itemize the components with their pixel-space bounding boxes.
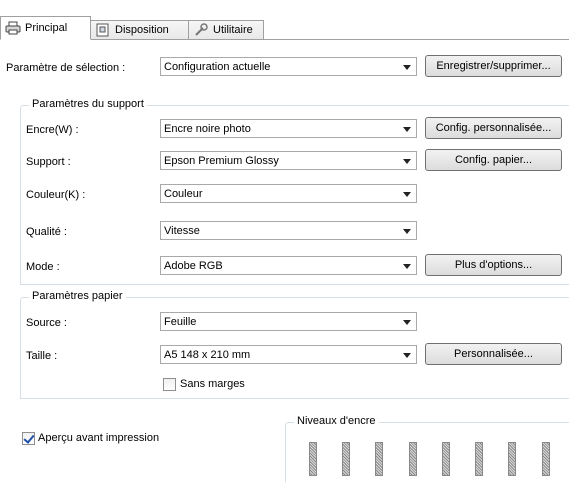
selection-select[interactable]: Configuration actuelle	[160, 57, 417, 76]
qualite-label: Qualité :	[26, 226, 67, 238]
niveaux-encre-title: Niveaux d'encre	[294, 415, 379, 427]
chevron-down-icon	[403, 127, 411, 132]
ink-cartridge-7	[508, 442, 516, 476]
couleur-label: Couleur(K) :	[26, 189, 86, 201]
tab-principal[interactable]: Principal	[0, 16, 91, 40]
tab-principal-label: Principal	[25, 22, 68, 34]
chevron-down-icon	[403, 159, 411, 164]
source-label: Source :	[26, 317, 67, 329]
enregistrer-supprimer-button[interactable]: Enregistrer/supprimer...	[425, 55, 562, 77]
encre-select[interactable]: Encre noire photo	[160, 119, 417, 138]
chevron-down-icon	[403, 264, 411, 269]
tab-disposition-label: Disposition	[115, 24, 169, 36]
source-select[interactable]: Feuille	[160, 312, 417, 331]
wrench-icon	[193, 23, 209, 37]
config-papier-button[interactable]: Config. papier...	[425, 149, 562, 171]
couleur-value: Couleur	[164, 187, 203, 200]
page-layout-icon	[95, 23, 111, 37]
ink-cartridge-6	[475, 442, 483, 476]
taille-label: Taille :	[26, 350, 58, 362]
mode-label: Mode :	[26, 261, 60, 273]
tab-utilitaire[interactable]: Utilitaire	[188, 20, 264, 39]
selection-label: Paramètre de sélection :	[6, 62, 126, 74]
qualite-select[interactable]: Vitesse	[160, 221, 417, 240]
chevron-down-icon	[403, 353, 411, 358]
apercu-checkbox[interactable]	[22, 432, 35, 445]
encre-label: Encre(W) :	[26, 124, 79, 136]
ink-cartridge-8	[542, 442, 550, 476]
mode-value: Adobe RGB	[164, 259, 223, 272]
tab-strip: Principal Disposition Utilitaire	[0, 0, 569, 40]
printer-icon	[5, 21, 21, 35]
tab-disposition[interactable]: Disposition	[90, 20, 189, 39]
source-value: Feuille	[164, 315, 197, 328]
ink-cartridge-2	[342, 442, 350, 476]
personnalisee-button[interactable]: Personnalisée...	[425, 343, 562, 365]
support-select[interactable]: Epson Premium Glossy	[160, 151, 417, 170]
couleur-select[interactable]: Couleur	[160, 184, 417, 203]
encre-value: Encre noire photo	[164, 122, 251, 135]
apercu-label: Aperçu avant impression	[38, 432, 160, 444]
taille-select[interactable]: A5 148 x 210 mm	[160, 345, 417, 364]
config-personnalisee-button[interactable]: Config. personnalisée...	[425, 117, 562, 139]
qualite-value: Vitesse	[164, 224, 200, 237]
mode-select[interactable]: Adobe RGB	[160, 256, 417, 275]
chevron-down-icon	[403, 229, 411, 234]
ink-cartridge-5	[442, 442, 450, 476]
ink-cartridge-3	[375, 442, 383, 476]
chevron-down-icon	[403, 320, 411, 325]
plus-options-button[interactable]: Plus d'options...	[425, 254, 562, 276]
support-label: Support :	[26, 156, 71, 168]
chevron-down-icon	[403, 192, 411, 197]
support-group-title: Paramètres du support	[29, 98, 147, 110]
ink-cartridge-1	[309, 442, 317, 476]
sans-marges-checkbox[interactable]	[163, 378, 176, 391]
chevron-down-icon	[403, 65, 411, 70]
taille-value: A5 148 x 210 mm	[164, 348, 251, 361]
tab-utilitaire-label: Utilitaire	[213, 24, 253, 36]
selection-value: Configuration actuelle	[164, 60, 271, 73]
support-value: Epson Premium Glossy	[164, 154, 279, 167]
niveaux-encre-group: Niveaux d'encre	[285, 415, 569, 482]
sans-marges-label: Sans marges	[180, 378, 245, 390]
papier-group-title: Paramètres papier	[29, 290, 126, 302]
ink-cartridge-4	[409, 442, 417, 476]
